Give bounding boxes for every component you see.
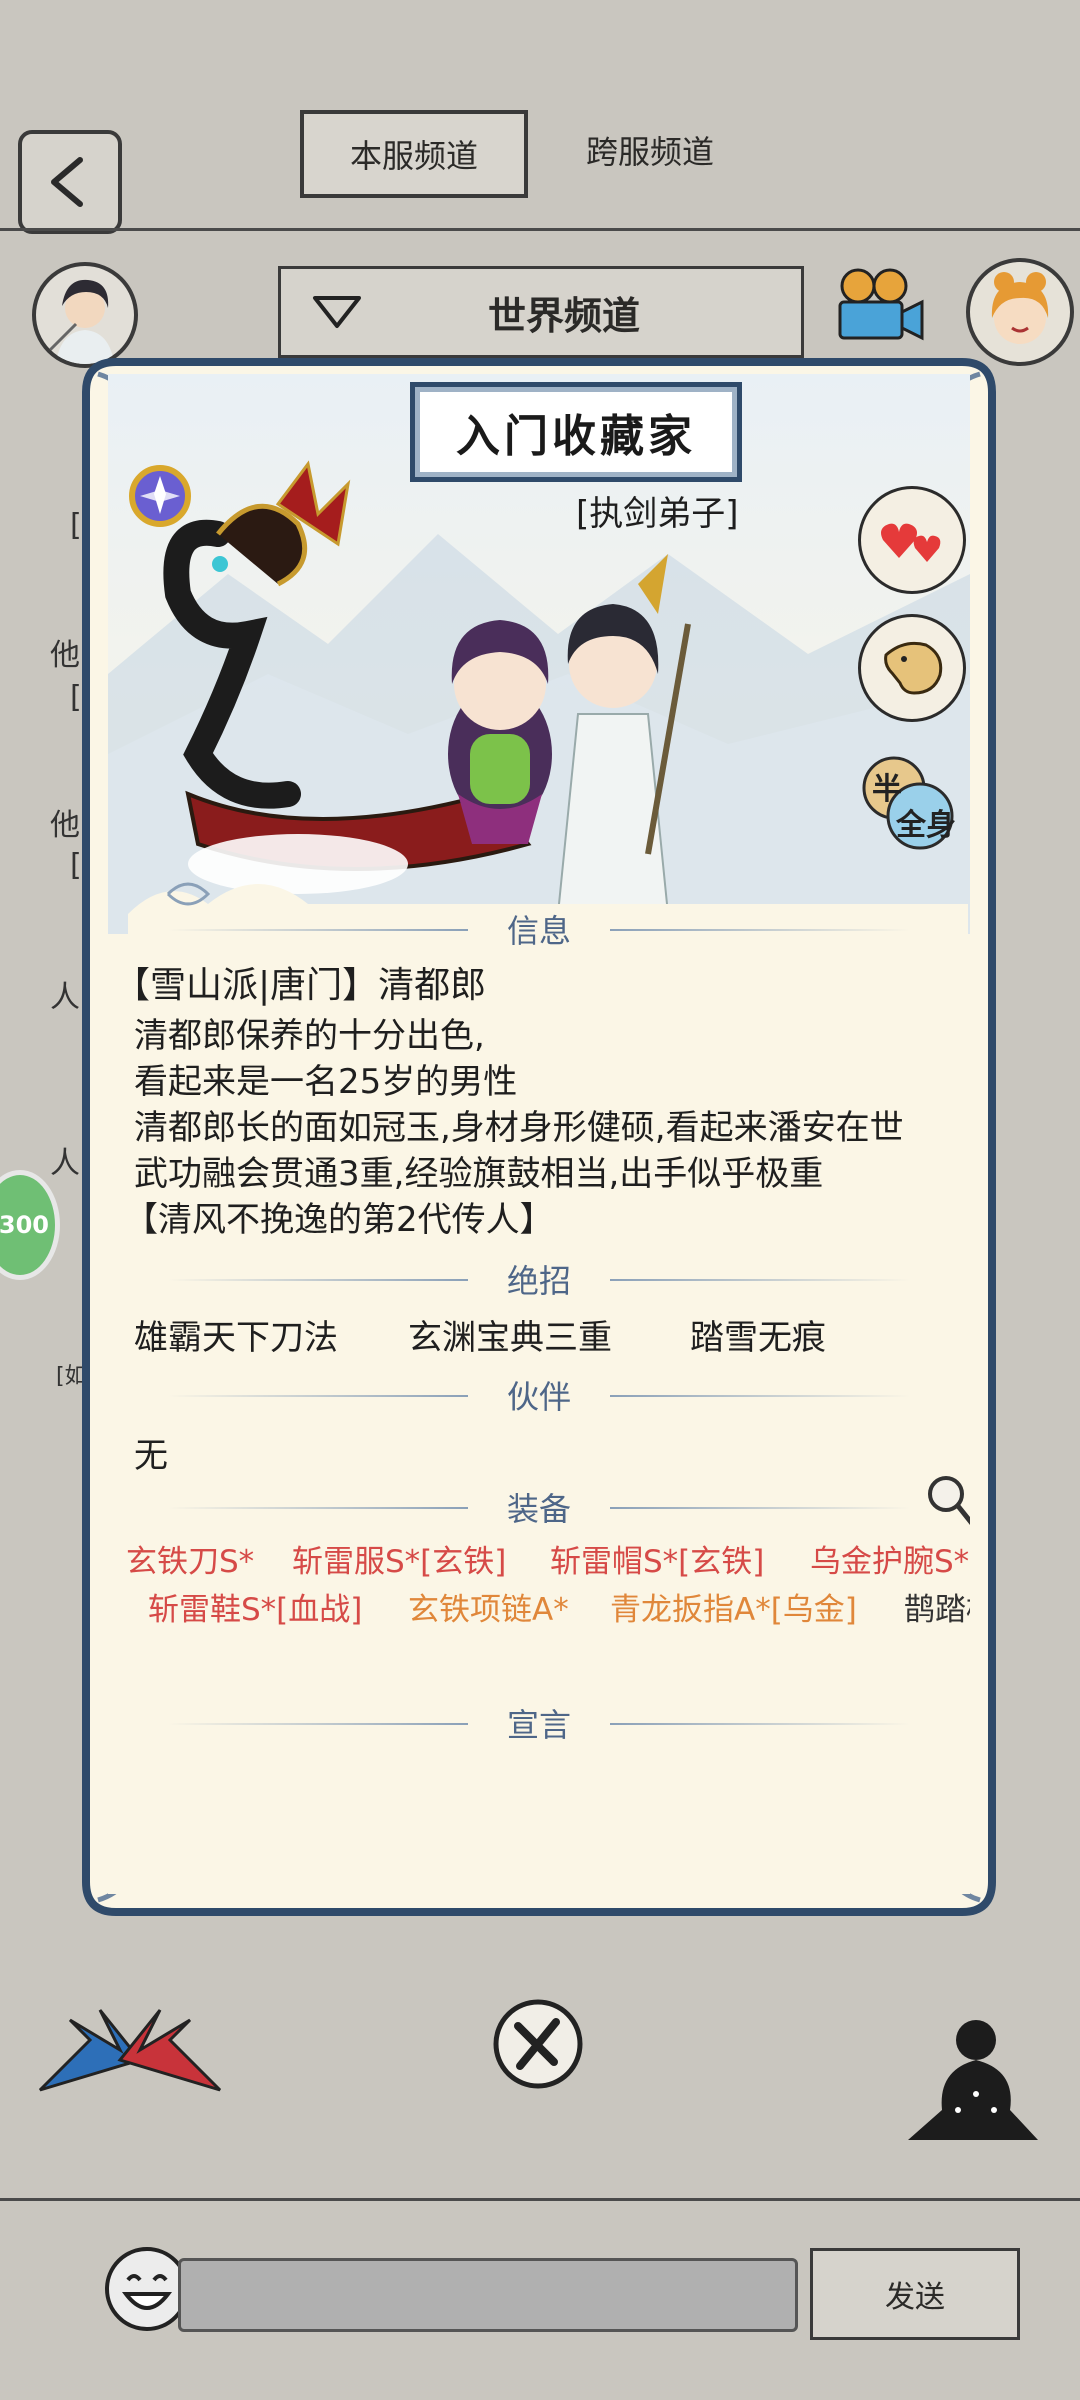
- hearts-icon: [881, 523, 941, 562]
- rank-tag: [执剑弟子]: [576, 494, 739, 534]
- equipment-item[interactable]: 乌金护腕S*: [810, 1536, 969, 1581]
- skill-item: 踏雪无痕: [690, 1318, 826, 1358]
- equipment-item[interactable]: 玄铁项链A*: [408, 1584, 569, 1629]
- fullbody-label: 全身: [896, 808, 956, 843]
- section-header-info: 信息: [108, 906, 970, 952]
- divider: [0, 228, 1080, 231]
- pk-duel-icon[interactable]: [30, 2000, 230, 2100]
- tab-cross-server-channel[interactable]: 跨服频道: [540, 110, 760, 190]
- equipment-item[interactable]: 鹊踏枝: [904, 1584, 970, 1629]
- skill-item: 玄渊宝典三重: [408, 1318, 612, 1358]
- half-fullbody-toggle[interactable]: 半 全身: [858, 752, 960, 854]
- horse-icon: [884, 641, 943, 695]
- character-name-line: 【雪山派|唐门】清都郎: [114, 965, 487, 1006]
- video-camera-icon[interactable]: [828, 264, 928, 350]
- triangle-down-icon: [313, 296, 361, 328]
- girl-avatar-icon: [991, 272, 1049, 344]
- partner-value: 无: [134, 1436, 168, 1476]
- mount-button[interactable]: [858, 614, 966, 722]
- send-button[interactable]: 发送: [810, 2248, 1020, 2340]
- section-header-partner: 伙伴: [108, 1372, 970, 1418]
- skill-item: 雄霸天下刀法: [134, 1318, 338, 1358]
- modal-content: 入门收藏家 [执剑弟子] 半 全身 信息 【雪山派|唐门】清都郎 清都郎保养的十…: [108, 374, 970, 1894]
- info-line: 清都郎保养的十分出色,: [134, 1016, 485, 1056]
- meditation-icon[interactable]: [898, 2010, 1048, 2150]
- info-line: 武功融会贯通3重,经验旗鼓相当,出手似乎极重: [134, 1154, 824, 1194]
- player-profile-modal: 入门收藏家 [执剑弟子] 半 全身 信息 【雪山派|唐门】清都郎 清都郎保养的十…: [76, 352, 1002, 1922]
- equipment-item[interactable]: 玄铁刀S*: [126, 1536, 254, 1581]
- back-button[interactable]: [18, 130, 122, 234]
- info-line: 清都郎长的面如冠玉,身材身形健硕,看起来潘安在世: [134, 1108, 904, 1148]
- channel-selected-label: 世界频道: [487, 293, 640, 338]
- swordsman-avatar-icon: [48, 279, 114, 364]
- info-line: 【清风不挽逸的第2代传人】: [124, 1200, 554, 1240]
- channel-dropdown[interactable]: 世界频道: [278, 266, 804, 358]
- section-header-declaration: 宣言: [108, 1700, 970, 1746]
- equipment-item[interactable]: 青龙扳指A*[乌金]: [610, 1584, 857, 1629]
- section-header-equipment: 装备: [108, 1484, 970, 1530]
- chat-message-input[interactable]: [178, 2258, 798, 2332]
- companion-avatar[interactable]: [966, 258, 1074, 366]
- title-plaque: 入门收藏家: [410, 382, 742, 482]
- rank-emblem-icon: [129, 465, 191, 527]
- section-header-skills: 绝招: [108, 1256, 970, 1302]
- side-badge[interactable]: 4300: [0, 1170, 60, 1280]
- equipment-item[interactable]: 斩雷鞋S*[血战]: [148, 1584, 362, 1629]
- divider: [0, 2198, 1080, 2201]
- magnifier-icon[interactable]: [924, 1472, 970, 1534]
- equipment-item[interactable]: 斩雷服S*[玄铁]: [292, 1536, 506, 1581]
- like-button[interactable]: [858, 486, 966, 594]
- close-button[interactable]: [490, 1996, 586, 2092]
- tab-server-channel[interactable]: 本服频道: [300, 110, 528, 198]
- equipment-item[interactable]: 斩雷帽S*[玄铁]: [550, 1536, 764, 1581]
- back-chevron-icon: [51, 157, 83, 207]
- info-line: 看起来是一名25岁的男性: [134, 1062, 518, 1102]
